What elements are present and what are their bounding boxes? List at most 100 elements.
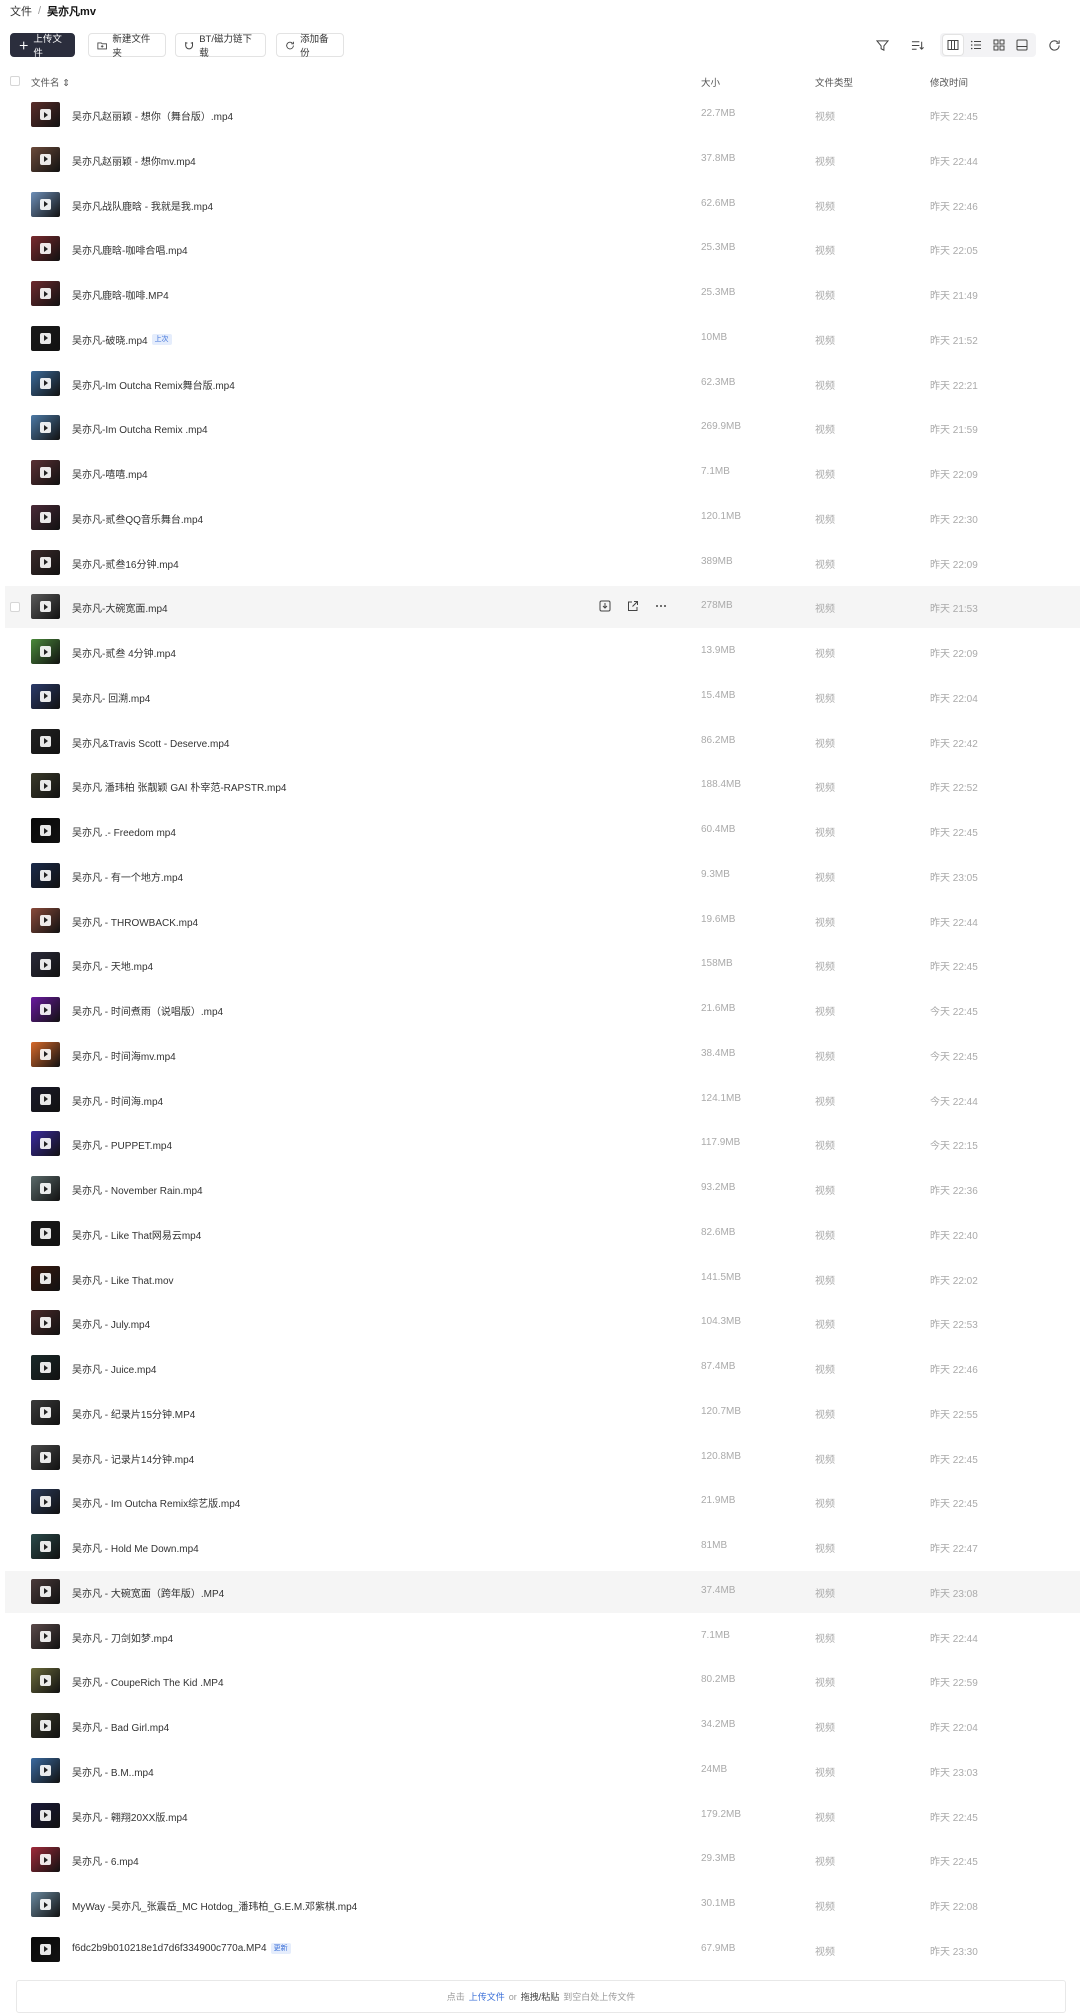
add-backup-button[interactable]: 添加备份	[276, 33, 344, 59]
table-row[interactable]: 吴亦凡 - 大碗宽面（跨年版）.MP4 37.4MB 视频 昨天 23:08	[5, 1570, 1080, 1613]
table-row[interactable]: f6dc2b9b010218e1d7d6f334900c770a.MP4 更新 67…	[5, 1929, 1080, 1971]
table-row[interactable]: 吴亦凡 - 时间海mv.mp4 38.4MB 视频 今天 22:45	[5, 1034, 1080, 1076]
table-row[interactable]: 吴亦凡 - 有一个地方.mp4 9.3MB 视频 昨天 23:05	[5, 855, 1080, 897]
file-name[interactable]: 吴亦凡 - Like That网易云mp4	[72, 1227, 201, 1242]
share-icon[interactable]	[626, 599, 640, 613]
file-name[interactable]: 吴亦凡 - 时间海.mp4	[72, 1093, 163, 1108]
list-view-icon[interactable]	[966, 35, 986, 55]
file-name[interactable]: 吴亦凡 - 翱翔20XX版.mp4	[72, 1809, 188, 1824]
table-row[interactable]: 吴亦凡鹿晗-咖啡合唱.mp4 25.3MB 视频 昨天 22:05	[5, 228, 1080, 270]
table-row[interactable]: 吴亦凡赵丽颖 - 想你（舞台版）.mp4 22.7MB 视频 昨天 22:45	[5, 94, 1080, 136]
table-row[interactable]: 吴亦凡&Travis Scott - Deserve.mp4 86.2MB 视频 昨天…	[5, 721, 1080, 763]
file-name[interactable]: 吴亦凡-Im Outcha Remix .mp4	[72, 421, 208, 436]
file-name[interactable]: 吴亦凡&Travis Scott - Deserve.mp4	[72, 735, 229, 750]
file-name[interactable]: 吴亦凡鹿晗-咖啡.MP4	[72, 287, 169, 302]
file-name[interactable]: 吴亦凡战队鹿晗 - 我就是我.mp4	[72, 198, 213, 213]
file-name[interactable]: 吴亦凡 - CoupeRich The Kid .MP4	[72, 1674, 224, 1689]
file-name[interactable]: 吴亦凡 - 有一个地方.mp4	[72, 869, 183, 884]
file-name[interactable]: 吴亦凡 - 6.mp4	[72, 1853, 139, 1868]
table-row[interactable]: 吴亦凡-贰叁 4分钟.mp4 13.9MB 视频 昨天 22:09	[5, 631, 1080, 673]
file-name[interactable]: 吴亦凡 - 天地.mp4	[72, 958, 153, 973]
file-name[interactable]: MyWay -吴亦凡_张震岳_MC Hotdog_潘玮柏_G.E.M.邓紫棋.m…	[72, 1898, 357, 1913]
row-checkbox[interactable]	[10, 602, 20, 613]
file-name[interactable]: 吴亦凡-贰叁16分钟.mp4	[72, 556, 179, 571]
file-name[interactable]: 吴亦凡- 回溯.mp4	[72, 690, 150, 705]
file-name[interactable]: 吴亦凡 - 时间煮雨（说唱版）.mp4	[72, 1003, 223, 1018]
upload-dropzone-hint[interactable]: 点击 上传文件 or 拖拽/粘贴 到空白处上传文件	[16, 1980, 1066, 2013]
table-row[interactable]: 吴亦凡 - July.mp4 104.3MB 视频 昨天 22:53	[5, 1302, 1080, 1344]
file-name[interactable]: 吴亦凡 - B.M..mp4	[72, 1764, 154, 1779]
table-row[interactable]: 吴亦凡-大碗宽面.mp4 278MB 视频 昨天 21:53	[5, 586, 1080, 629]
breadcrumb-root[interactable]: 文件	[10, 3, 32, 19]
file-name[interactable]: 吴亦凡 - Juice.mp4	[72, 1361, 156, 1376]
header-name[interactable]: 文件名 ⇕	[31, 75, 70, 89]
file-name[interactable]: 吴亦凡赵丽颖 - 想你（舞台版）.mp4	[72, 108, 233, 123]
file-name[interactable]: 吴亦凡 - 纪录片15分钟.MP4	[72, 1406, 195, 1421]
file-name[interactable]: 吴亦凡-嘻嘻.mp4	[72, 466, 148, 481]
file-name[interactable]: 吴亦凡 - 刀剑如梦.mp4	[72, 1630, 173, 1645]
table-row[interactable]: 吴亦凡 - THROWBACK.mp4 19.6MB 视频 昨天 22:44	[5, 900, 1080, 942]
file-name[interactable]: 吴亦凡鹿晗-咖啡合唱.mp4	[72, 242, 188, 257]
table-row[interactable]: 吴亦凡- 回溯.mp4 15.4MB 视频 昨天 22:04	[5, 676, 1080, 718]
table-row[interactable]: 吴亦凡 - 时间海.mp4 124.1MB 视频 今天 22:44	[5, 1079, 1080, 1121]
table-row[interactable]: 吴亦凡 - Like That网易云mp4 82.6MB 视频 昨天 22:40	[5, 1213, 1080, 1255]
file-name[interactable]: 吴亦凡 潘玮柏 张靓颖 GAI 朴宰范-RAPSTR.mp4	[72, 779, 286, 794]
table-row[interactable]: 吴亦凡 - 翱翔20XX版.mp4 179.2MB 视频 昨天 22:45	[5, 1795, 1080, 1837]
table-row[interactable]: 吴亦凡-嘻嘻.mp4 7.1MB 视频 昨天 22:09	[5, 452, 1080, 494]
table-row[interactable]: 吴亦凡 - Im Outcha Remix综艺版.mp4 21.9MB 视频 昨天 2…	[5, 1481, 1080, 1523]
file-name[interactable]: 吴亦凡 - THROWBACK.mp4	[72, 914, 198, 929]
file-name[interactable]: 吴亦凡 - November Rain.mp4	[72, 1182, 203, 1197]
new-folder-button[interactable]: 新建文件夹	[88, 33, 166, 59]
filter-icon[interactable]	[870, 33, 894, 57]
table-row[interactable]: 吴亦凡 - Like That.mov 141.5MB 视频 昨天 22:02	[5, 1258, 1080, 1300]
table-row[interactable]: 吴亦凡 - 天地.mp4 158MB 视频 昨天 22:45	[5, 944, 1080, 986]
table-row[interactable]: 吴亦凡-贰叁QQ音乐舞台.mp4 120.1MB 视频 昨天 22:30	[5, 497, 1080, 539]
select-all-checkbox[interactable]	[10, 76, 20, 86]
table-row[interactable]: 吴亦凡 - Bad Girl.mp4 34.2MB 视频 昨天 22:04	[5, 1705, 1080, 1747]
table-row[interactable]: 吴亦凡-Im Outcha Remix舞台版.mp4 62.3MB 视频 昨天 22:…	[5, 363, 1080, 405]
file-name[interactable]: 吴亦凡 - 大碗宽面（跨年版）.MP4	[72, 1585, 224, 1600]
table-row[interactable]: 吴亦凡 - CoupeRich The Kid .MP4 80.2MB 视频 昨天 2…	[5, 1660, 1080, 1702]
file-name[interactable]: 吴亦凡 - Hold Me Down.mp4	[72, 1540, 199, 1555]
bt-download-button[interactable]: BT/磁力链下载	[175, 33, 266, 59]
table-row[interactable]: 吴亦凡 - 刀剑如梦.mp4 7.1MB 视频 昨天 22:44	[5, 1616, 1080, 1658]
file-name[interactable]: 吴亦凡赵丽颖 - 想你mv.mp4	[72, 153, 196, 168]
file-name[interactable]: 吴亦凡 .- Freedom mp4	[72, 824, 176, 839]
file-name[interactable]: 吴亦凡-贰叁QQ音乐舞台.mp4	[72, 511, 203, 526]
file-name[interactable]: 吴亦凡 - 时间海mv.mp4	[72, 1048, 176, 1063]
file-name[interactable]: 吴亦凡 - Like That.mov	[72, 1272, 174, 1287]
file-name[interactable]: 吴亦凡-破晓.mp4 上次	[72, 332, 172, 347]
table-row[interactable]: 吴亦凡 - B.M..mp4 24MB 视频 昨天 23:03	[5, 1750, 1080, 1792]
table-row[interactable]: 吴亦凡-破晓.mp4 上次 10MB 视频 昨天 21:52	[5, 318, 1080, 360]
table-row[interactable]: 吴亦凡 - Juice.mp4 87.4MB 视频 昨天 22:46	[5, 1347, 1080, 1389]
footer-upload-link[interactable]: 上传文件	[469, 1990, 505, 2003]
table-row[interactable]: 吴亦凡 - 记录片14分钟.mp4 120.8MB 视频 昨天 22:45	[5, 1437, 1080, 1479]
table-row[interactable]: 吴亦凡 - 纪录片15分钟.MP4 120.7MB 视频 昨天 22:55	[5, 1392, 1080, 1434]
table-row[interactable]: 吴亦凡 - PUPPET.mp4 117.9MB 视频 今天 22:15	[5, 1123, 1080, 1165]
table-row[interactable]: MyWay -吴亦凡_张震岳_MC Hotdog_潘玮柏_G.E.M.邓紫棋.m…	[5, 1884, 1080, 1926]
grid-view-icon[interactable]	[989, 35, 1009, 55]
table-row[interactable]: 吴亦凡-Im Outcha Remix .mp4 269.9MB 视频 昨天 21:5…	[5, 407, 1080, 449]
file-name[interactable]: 吴亦凡-大碗宽面.mp4	[72, 600, 168, 615]
more-icon[interactable]	[654, 599, 668, 613]
column-view-icon[interactable]	[943, 35, 963, 55]
table-row[interactable]: 吴亦凡-贰叁16分钟.mp4 389MB 视频 昨天 22:09	[5, 542, 1080, 584]
gallery-view-icon[interactable]	[1012, 35, 1032, 55]
table-row[interactable]: 吴亦凡鹿晗-咖啡.MP4 25.3MB 视频 昨天 21:49	[5, 273, 1080, 315]
table-row[interactable]: 吴亦凡战队鹿晗 - 我就是我.mp4 62.6MB 视频 昨天 22:46	[5, 184, 1080, 226]
table-row[interactable]: 吴亦凡 - Hold Me Down.mp4 81MB 视频 昨天 22:47	[5, 1526, 1080, 1568]
table-row[interactable]: 吴亦凡 - 6.mp4 29.3MB 视频 昨天 22:45	[5, 1839, 1080, 1881]
upload-button[interactable]: 上传文件	[10, 33, 75, 59]
file-name[interactable]: 吴亦凡 - July.mp4	[72, 1316, 150, 1331]
file-name[interactable]: 吴亦凡 - 记录片14分钟.mp4	[72, 1451, 194, 1466]
table-row[interactable]: 吴亦凡 - November Rain.mp4 93.2MB 视频 昨天 22:36	[5, 1168, 1080, 1210]
file-name[interactable]: 吴亦凡-Im Outcha Remix舞台版.mp4	[72, 377, 235, 392]
table-row[interactable]: 吴亦凡赵丽颖 - 想你mv.mp4 37.8MB 视频 昨天 22:44	[5, 139, 1080, 181]
sort-icon[interactable]	[905, 33, 929, 57]
file-name[interactable]: 吴亦凡 - PUPPET.mp4	[72, 1137, 172, 1152]
file-name[interactable]: f6dc2b9b010218e1d7d6f334900c770a.MP4 更新	[72, 1942, 291, 1954]
refresh-icon[interactable]	[1042, 33, 1066, 57]
file-name[interactable]: 吴亦凡 - Im Outcha Remix综艺版.mp4	[72, 1495, 240, 1510]
table-row[interactable]: 吴亦凡 潘玮柏 张靓颖 GAI 朴宰范-RAPSTR.mp4 188.4MB 视频 昨…	[5, 765, 1080, 807]
table-row[interactable]: 吴亦凡 .- Freedom mp4 60.4MB 视频 昨天 22:45	[5, 810, 1080, 852]
